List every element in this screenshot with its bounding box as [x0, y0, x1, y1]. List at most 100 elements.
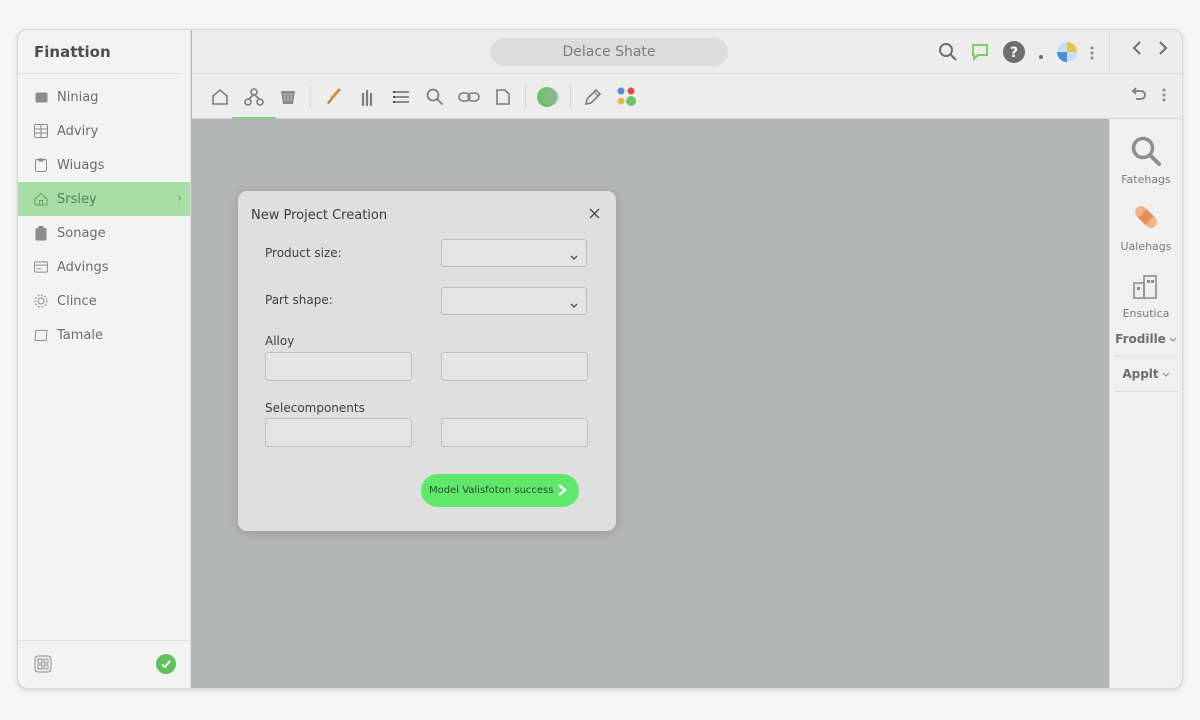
toolbar-divider	[525, 86, 526, 108]
search-icon[interactable]	[938, 42, 958, 66]
app-window: Finattion Niniag Adviry Wiuags Srsley › …	[17, 29, 1183, 689]
sidebar-item-niniag[interactable]: Niniag	[18, 80, 190, 114]
sidebar-item-clince[interactable]: Clince	[18, 284, 190, 318]
card-icon	[34, 260, 48, 274]
panel-item-ualehags[interactable]: Ualehags	[1110, 194, 1182, 253]
chevron-down-icon	[569, 295, 579, 308]
hand-icon[interactable]	[353, 83, 381, 111]
arrow-right-icon	[555, 483, 569, 497]
sidebar-item-tamale[interactable]: Tamale	[18, 318, 190, 352]
sidebar-item-label: Advings	[57, 259, 109, 275]
undo-icon[interactable]	[1130, 86, 1146, 106]
model-validation-button[interactable]: Model Valisfoton success	[421, 474, 579, 507]
sidebar-item-adviry[interactable]: Adviry	[18, 114, 190, 148]
sidebar-footer	[18, 640, 190, 688]
sidebar-item-label: Adviry	[57, 123, 99, 139]
folder-icon	[34, 90, 48, 104]
chevron-down-icon	[569, 247, 579, 260]
sidebar-item-label: Tamale	[57, 327, 103, 343]
alloy-input-secondary[interactable]	[441, 352, 588, 381]
brand-title: Finattion	[18, 30, 180, 74]
svg-text:?: ?	[1010, 45, 1018, 61]
sidebar-item-sonage[interactable]: Sonage	[18, 216, 190, 250]
more-vertical-icon[interactable]	[1162, 87, 1166, 106]
cup-icon[interactable]	[274, 83, 302, 111]
selecomponents-label: Selecomponents	[265, 401, 365, 415]
chevron-left-icon[interactable]	[1132, 40, 1142, 60]
product-size-select[interactable]	[441, 239, 587, 267]
list-icon[interactable]	[387, 83, 415, 111]
more-vertical-icon[interactable]	[1090, 45, 1094, 64]
panel-item-fatehags[interactable]: Fatehags	[1110, 127, 1182, 186]
panel-divider	[1114, 391, 1178, 392]
sidebar-item-label: Srsley	[57, 191, 97, 207]
document-icon[interactable]	[489, 83, 517, 111]
panel-item-ensutica[interactable]: Ensutica	[1110, 261, 1182, 320]
panel-divider	[1114, 356, 1178, 357]
sidebar-item-advings[interactable]: Advings	[18, 250, 190, 284]
document-title-pill[interactable]: Delace Shate	[490, 38, 728, 66]
gear-outline-icon	[34, 294, 48, 308]
link-icon[interactable]	[455, 83, 483, 111]
apps-grid-icon[interactable]	[34, 655, 52, 673]
status-dot-icon[interactable]	[534, 83, 562, 111]
selecomponents-input-secondary[interactable]	[441, 418, 588, 447]
toolbar-divider	[570, 86, 571, 108]
right-panel: Fatehags Ualehags Ensutica Frodille Appl…	[1109, 119, 1182, 688]
selecomponents-input-primary[interactable]	[265, 418, 412, 447]
sidebar-nav: Niniag Adviry Wiuags Srsley › Sonage Adv…	[18, 80, 190, 352]
toolbar-divider	[310, 86, 311, 108]
history-nav	[1132, 40, 1168, 60]
dropdown-label: Frodille	[1115, 332, 1166, 346]
part-shape-select[interactable]	[441, 287, 587, 315]
building-blocks-icon	[1110, 261, 1182, 301]
tool-group	[206, 83, 647, 120]
zoom-icon[interactable]	[421, 83, 449, 111]
bandage-icon	[1110, 194, 1182, 234]
tool-bar	[192, 74, 1182, 120]
part-shape-label: Part shape:	[265, 293, 333, 307]
clipboard-icon	[34, 158, 48, 172]
chevron-down-icon	[1162, 367, 1170, 381]
panel-item-label: Ensutica	[1122, 307, 1170, 320]
sidebar-item-srsley[interactable]: Srsley ›	[18, 182, 190, 216]
magnifier-icon	[1110, 127, 1182, 167]
home-outline-icon[interactable]	[206, 83, 234, 111]
top-bar: Delace Shate ?	[192, 30, 1182, 118]
product-size-label: Product size:	[265, 246, 342, 260]
sidebar: Finattion Niniag Adviry Wiuags Srsley › …	[18, 30, 191, 688]
check-circle-icon	[156, 654, 176, 674]
grid-table-icon	[34, 124, 48, 138]
panel-dropdown-frodille[interactable]: Frodille	[1110, 332, 1182, 346]
tablet-icon	[34, 328, 48, 342]
brush-icon[interactable]	[319, 83, 347, 111]
close-icon[interactable]	[585, 204, 603, 222]
battery-icon	[34, 225, 48, 240]
dropdown-label: Applt	[1122, 367, 1159, 381]
sidebar-item-label: Wiuags	[57, 157, 105, 173]
top-actions: ?	[938, 40, 1094, 68]
chevron-down-icon	[1169, 332, 1177, 346]
panel-item-label: Fatehags	[1121, 173, 1171, 186]
dialog-title: New Project Creation	[251, 208, 388, 223]
new-project-dialog: New Project Creation Product size: Part …	[238, 191, 616, 531]
google-apps-icon[interactable]	[613, 83, 641, 111]
panel-dropdown-applt[interactable]: Applt	[1110, 367, 1182, 381]
sidebar-item-label: Clince	[57, 293, 97, 309]
edit-icon[interactable]	[579, 83, 607, 111]
sidebar-item-wiuags[interactable]: Wiuags	[18, 148, 190, 182]
alloy-label: Alloy	[265, 334, 295, 348]
nodes-icon[interactable]	[232, 83, 276, 120]
home-icon	[34, 192, 48, 206]
user-avatar-icon[interactable]	[1056, 41, 1078, 67]
chevron-right-icon: ›	[177, 191, 182, 205]
chevron-right-icon[interactable]	[1158, 40, 1168, 60]
button-label: Model Valisfoton success	[429, 485, 554, 496]
caret-down-icon[interactable]	[1038, 45, 1044, 64]
toolbar-right	[1130, 86, 1166, 106]
panel-item-label: Ualehags	[1120, 240, 1172, 253]
help-icon[interactable]: ?	[1002, 40, 1026, 68]
comment-icon[interactable]	[970, 42, 990, 66]
alloy-input-primary[interactable]	[265, 352, 412, 381]
sidebar-item-label: Niniag	[57, 89, 99, 105]
